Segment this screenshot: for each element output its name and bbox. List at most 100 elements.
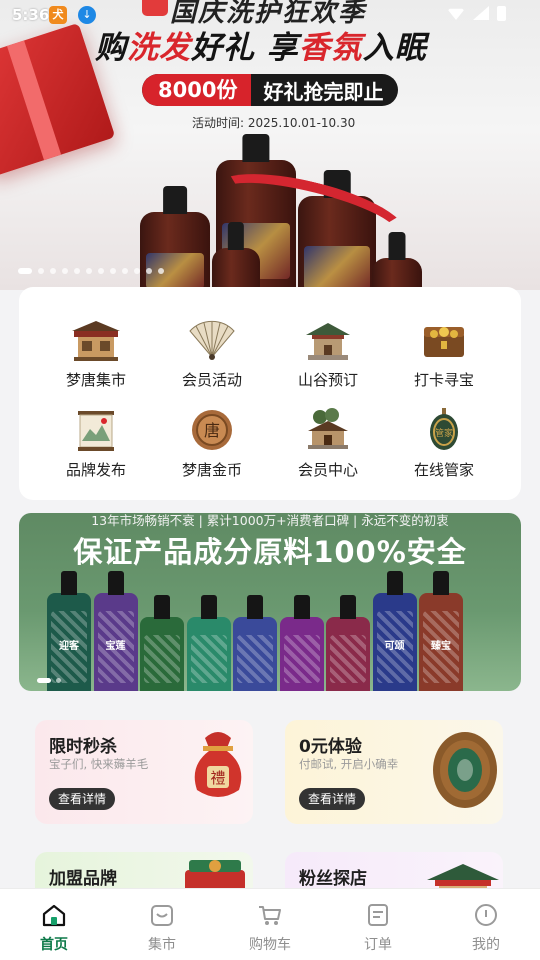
fortune-bag-text: 禮	[210, 769, 225, 787]
promo-bottle-label: 可颂	[384, 641, 405, 652]
folding-fan-icon	[189, 320, 235, 360]
download-icon: ↓	[78, 6, 96, 24]
promo-bottle: 臻宝	[419, 593, 463, 691]
menu-label: 梦唐集市	[65, 371, 126, 389]
menu-item-market[interactable]: 梦唐集市	[38, 317, 154, 407]
free-trial-card[interactable]: 0元体验 付邮试, 开启小确幸 查看详情	[285, 720, 503, 824]
menu-item-member-center[interactable]: 会员中心	[270, 407, 386, 497]
menu-label: 打卡寻宝	[413, 371, 474, 389]
promo-bottle: 可颂	[372, 593, 417, 691]
slide-dot[interactable]	[146, 268, 152, 274]
hero-banner[interactable]: 5:36 犬 ↓ 国庆洗护狂欢季 购洗发好礼 享香氛入眠 8000份 好礼抢完即…	[0, 0, 540, 290]
home-icon	[42, 904, 66, 927]
fortune-bag-icon: 禮	[194, 732, 242, 797]
menu-item-brand-release[interactable]: 品牌发布	[38, 407, 154, 497]
slide-dot[interactable]	[134, 268, 140, 274]
promo-bottle	[140, 617, 184, 691]
activity-subtitle: 付邮试, 开启小确幸	[299, 757, 399, 771]
menu-label: 山谷预订	[297, 371, 358, 389]
flash-sale-card[interactable]: 限时秒杀 宝子们, 快来薅羊毛 查看详情 禮	[35, 720, 253, 824]
view-details-button[interactable]: 查看详情	[49, 788, 116, 810]
promo-bottle: 宝莲	[93, 593, 138, 691]
menu-item-member-activity[interactable]: 会员活动	[154, 317, 270, 407]
hero-title-red: 香氛	[298, 30, 363, 66]
jade-ring-icon	[433, 732, 497, 808]
slide-dot[interactable]	[62, 268, 68, 274]
menu-label: 在线管家	[413, 461, 474, 479]
status-time: 5:36	[12, 6, 50, 24]
tab-profile[interactable]: 我的	[432, 889, 540, 960]
slide-dot[interactable]	[50, 268, 56, 274]
quick-menu-card: 梦唐集市 会员活动 山谷预订 打卡寻宝 品牌发布 唐 梦唐金币 会员中心 管家 …	[19, 287, 521, 500]
hero-title-red: 洗发	[127, 30, 191, 66]
activity-title: 0元体验	[299, 737, 362, 757]
promo-bottle-label: 臻宝	[431, 641, 451, 652]
svg-text:管家: 管家	[435, 427, 453, 439]
product-bottle	[372, 258, 422, 290]
menu-item-valley-booking[interactable]: 山谷预订	[270, 317, 386, 407]
signal-icon	[473, 6, 489, 20]
jade-pendant-icon: 管家	[430, 408, 458, 450]
activity-title: 限时秒杀	[49, 737, 117, 757]
promo-banner[interactable]: 13年市场畅销不衰 | 累计1000万+消费者口碑 | 永远不变的初衷 保证产品…	[19, 513, 521, 691]
menu-item-treasure-hunt[interactable]: 打卡寻宝	[386, 317, 502, 407]
hero-slide-indicator[interactable]	[18, 268, 164, 274]
promo-bottle	[186, 617, 231, 691]
menu-label: 会员中心	[297, 461, 358, 479]
slide-dot[interactable]	[98, 268, 104, 274]
promo-subtitle: 13年市场畅销不衰 | 累计1000万+消费者口碑 | 永远不变的初衷	[91, 513, 449, 528]
menu-item-online-butler[interactable]: 管家 在线管家	[386, 407, 502, 497]
tab-label: 订单	[364, 937, 392, 953]
product-bottle	[140, 212, 210, 290]
svg-text:唐: 唐	[204, 421, 220, 440]
status-bar: 5:36 犬 ↓	[0, 0, 540, 30]
promo-bottle	[326, 617, 370, 691]
tab-market[interactable]: 集市	[108, 889, 216, 960]
bottom-tab-bar: 首页 集市 购物车 订单 我的	[0, 888, 540, 960]
hero-offer-pill: 8000份 好礼抢完即止	[142, 74, 398, 106]
tab-label: 我的	[472, 937, 500, 953]
menu-label: 品牌发布	[65, 461, 126, 479]
pagoda-tree-icon	[308, 408, 348, 449]
scroll-painting-icon	[78, 411, 114, 451]
slide-dot[interactable]	[110, 268, 116, 274]
offer-text: 好礼抢完即止	[263, 79, 384, 104]
battery-icon	[497, 6, 506, 21]
wifi-icon	[447, 8, 465, 20]
activity-title: 加盟品牌	[49, 869, 117, 889]
menu-label: 梦唐金币	[181, 461, 242, 479]
promo-bottle: 迎客	[47, 593, 91, 691]
promo-bottle	[233, 617, 277, 691]
product-bottle	[212, 248, 260, 290]
tab-label: 首页	[40, 937, 68, 953]
hero-title-part: 入眠	[362, 30, 427, 66]
offer-count: 8000份	[142, 74, 252, 106]
view-details-button[interactable]: 查看详情	[299, 788, 366, 810]
hero-title-part: 购	[95, 30, 127, 66]
activity-subtitle: 宝子们, 快来薅羊毛	[49, 757, 149, 771]
slide-dot[interactable]	[18, 268, 32, 274]
promo-bottle-label: 迎客	[59, 641, 79, 652]
tab-home[interactable]: 首页	[0, 889, 108, 960]
menu-item-tang-coin[interactable]: 唐 梦唐金币	[154, 407, 270, 497]
promo-bottle-label: 宝莲	[105, 641, 126, 652]
tab-orders[interactable]: 订单	[324, 889, 432, 960]
tab-label: 购物车	[249, 937, 291, 953]
menu-label: 会员活动	[181, 371, 242, 389]
slide-dot[interactable]	[38, 268, 44, 274]
hero-title-part: 好礼 享	[191, 30, 299, 66]
promo-slide-indicator[interactable]	[37, 678, 61, 683]
pavilion-icon	[306, 323, 350, 360]
slide-dot[interactable]	[158, 268, 164, 274]
profile-icon	[475, 904, 497, 926]
app-notification-icon: 犬	[49, 6, 67, 24]
market-stall-icon	[72, 321, 120, 361]
promo-title: 保证产品成分原料100%安全	[73, 535, 467, 569]
slide-dot[interactable]	[122, 268, 128, 274]
tab-cart[interactable]: 购物车	[216, 889, 324, 960]
cart-icon	[259, 906, 281, 925]
app-page: 5:36 犬 ↓ 国庆洗护狂欢季 购洗发好礼 享香氛入眠 8000份 好礼抢完即…	[0, 0, 540, 960]
slide-dot[interactable]	[74, 268, 80, 274]
promo-bottle	[279, 617, 324, 691]
slide-dot[interactable]	[86, 268, 92, 274]
